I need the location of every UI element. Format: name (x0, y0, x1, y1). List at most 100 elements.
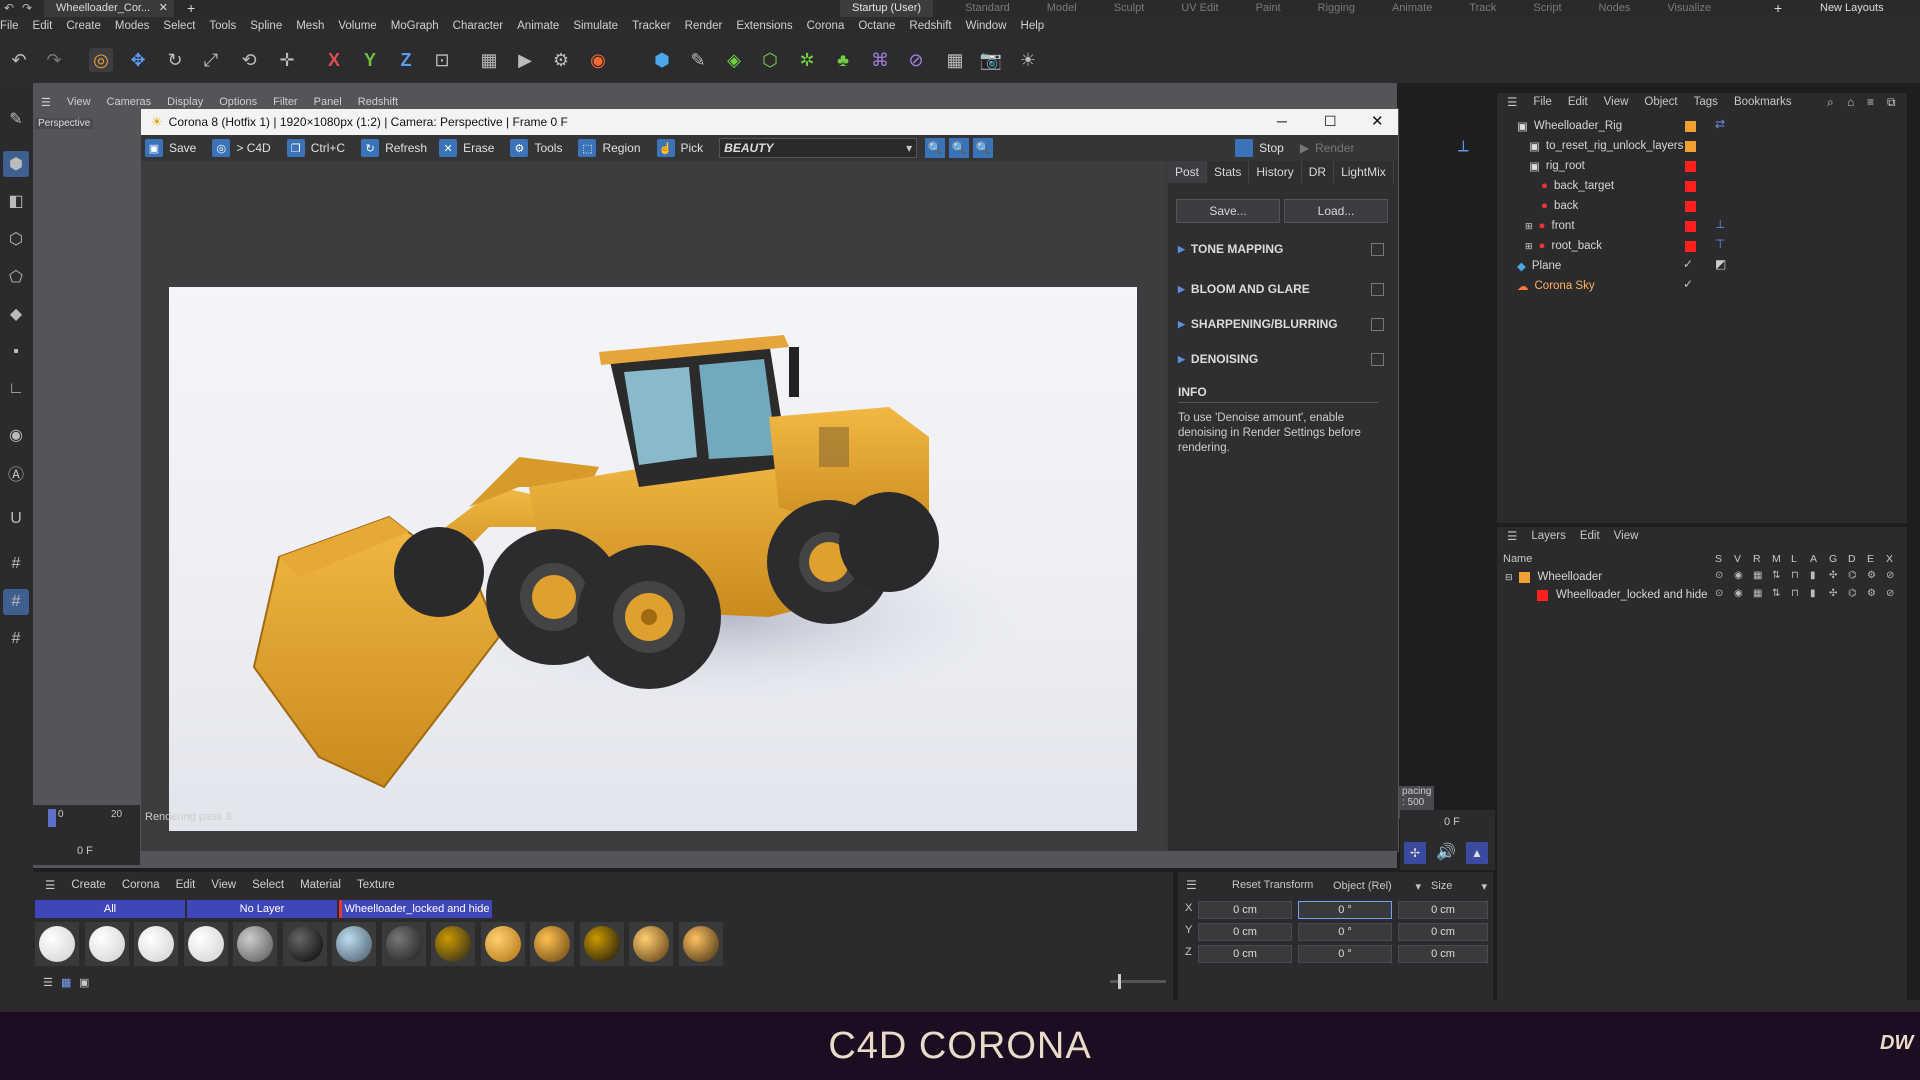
layout-tab[interactable]: Track (1469, 0, 1496, 17)
reset-transform-button[interactable]: Reset Transform (1232, 879, 1313, 891)
pick-button[interactable]: ☝ Pick (656, 137, 703, 159)
menu-item[interactable]: Extensions (736, 17, 792, 36)
mm-menu-item[interactable]: Edit (176, 879, 196, 891)
layer-color-swatch[interactable] (1685, 201, 1696, 212)
generator-icon[interactable]: ⬡ (758, 48, 782, 72)
rotation-h-field[interactable]: 0 ° (1298, 901, 1392, 919)
om-menu-item[interactable]: View (1604, 96, 1629, 108)
solo-icon[interactable]: ◉ (3, 422, 29, 448)
solo-flag-icon[interactable]: ⊙ (1715, 588, 1734, 599)
material-thumbnail[interactable] (184, 922, 228, 966)
om-menu-item[interactable]: Object (1644, 96, 1677, 108)
sound-icon[interactable]: 🔊 (1436, 842, 1456, 862)
redo-icon[interactable]: ↷ (42, 48, 66, 72)
render-flag-icon[interactable]: ▦ (1753, 570, 1772, 581)
object-tags-icon[interactable]: ⇄ (1715, 117, 1725, 131)
om-menu-item[interactable]: Bookmarks (1734, 96, 1792, 108)
lm-menu-item[interactable]: View (1614, 530, 1639, 542)
filter-all-tab[interactable]: All (35, 900, 185, 918)
material-thumbnail[interactable] (35, 922, 79, 966)
object-tags-icon[interactable]: ⊥ (1715, 217, 1725, 231)
filter-layer-tab[interactable]: Wheelloader_locked and hide (339, 900, 492, 918)
menu-item[interactable]: Simulate (573, 17, 618, 36)
menu-item[interactable]: Modes (115, 17, 150, 36)
render-view-icon[interactable]: ▦ (477, 48, 501, 72)
menu-item[interactable]: Volume (338, 17, 376, 36)
layer-color-swatch[interactable] (1685, 121, 1696, 132)
layer-color-swatch[interactable] (1518, 571, 1530, 583)
render-check-icon[interactable]: ✓ (1683, 277, 1693, 291)
scale-icon[interactable]: ⤢ (199, 48, 223, 72)
tab-history[interactable]: History (1249, 161, 1302, 183)
object-row[interactable]: ● back_target (1497, 176, 1907, 196)
render-area[interactable]: Rendering pass 3 (141, 161, 1165, 851)
tab-stats[interactable]: Stats (1207, 161, 1250, 183)
layer-color-swatch[interactable] (1537, 589, 1548, 601)
channel-select[interactable]: BEAUTY ▾ (719, 138, 918, 158)
keyframe-icon[interactable]: ✢ (1404, 842, 1426, 864)
layout-tab[interactable]: Rigging (1318, 0, 1355, 17)
menu-item[interactable]: Edit (33, 17, 53, 36)
object-row[interactable]: ● back (1497, 196, 1907, 216)
placement-icon[interactable]: ✛ (275, 48, 299, 72)
mm-menu-item[interactable]: Select (252, 879, 284, 891)
viewport-menu-item[interactable]: View (67, 96, 91, 108)
collapse-icon[interactable]: ⊟ (1505, 572, 1513, 583)
copy-button[interactable]: ❐ Ctrl+C (286, 137, 345, 159)
new-window-icon[interactable]: ⧉ (1887, 95, 1896, 110)
post-load-button[interactable]: Load... (1284, 199, 1388, 223)
camera-icon[interactable]: 📷 (979, 48, 1003, 72)
tools-button[interactable]: ⚙ Tools (510, 137, 562, 159)
uv-mode-icon[interactable]: ▪ (3, 339, 29, 365)
render-check-icon[interactable]: ✓ (1683, 257, 1693, 271)
layout-tab[interactable]: Visualize (1667, 0, 1711, 17)
coordinate-mode-select[interactable]: Object (Rel) ▾ (1333, 877, 1421, 895)
mm-menu-item[interactable]: Corona (122, 879, 160, 891)
filter-icon[interactable]: ≡ (1867, 95, 1874, 109)
menu-item[interactable]: Create (66, 17, 101, 36)
rotation-b-field[interactable]: 0 ° (1298, 945, 1392, 963)
section-checkbox[interactable] (1371, 317, 1384, 331)
render-flag-icon[interactable]: ▦ (1753, 588, 1772, 599)
mm-menu-item[interactable]: Texture (357, 879, 395, 891)
maximize-icon[interactable]: ☐ (1324, 113, 1337, 130)
animation-flag-icon[interactable]: ▮ (1810, 588, 1829, 599)
stop-button[interactable]: Stop (1235, 137, 1284, 159)
layer-color-swatch[interactable] (1685, 241, 1696, 252)
menu-item[interactable]: MoGraph (391, 17, 439, 36)
minimize-icon[interactable]: ─ (1277, 113, 1287, 129)
erase-button[interactable]: ✕ Erase (439, 137, 494, 159)
mm-menu-item[interactable]: View (211, 879, 236, 891)
rotate-icon[interactable]: ↻ (163, 48, 187, 72)
hamburger-icon[interactable]: ☰ (1507, 95, 1517, 109)
slider-handle[interactable] (1118, 974, 1121, 989)
mm-menu-item[interactable]: Material (300, 879, 341, 891)
expression-flag-icon[interactable]: ⚙ (1867, 570, 1886, 581)
add-layout-icon[interactable]: + (1774, 0, 1782, 16)
menu-item[interactable]: Spline (250, 17, 282, 36)
hamburger-icon[interactable]: ☰ (1186, 878, 1197, 892)
spline-pen-icon[interactable]: ✎ (686, 48, 710, 72)
material-thumbnail[interactable] (332, 922, 376, 966)
menu-item[interactable]: Tools (209, 17, 236, 36)
viewport-menu-item[interactable]: Redshift (358, 96, 398, 108)
menu-item[interactable]: File (0, 17, 19, 36)
position-y-field[interactable]: 0 cm (1198, 923, 1292, 941)
zoom-out-icon[interactable]: 🔍 (949, 138, 970, 158)
layout-tab[interactable]: Script (1533, 0, 1561, 17)
generator-flag-icon[interactable]: ✣ (1829, 570, 1848, 581)
material-thumbnail[interactable] (233, 922, 277, 966)
viewport-menu-item[interactable]: Options (219, 96, 257, 108)
position-x-field[interactable]: 0 cm (1198, 901, 1292, 919)
menu-item[interactable]: Corona (807, 17, 845, 36)
om-menu-item[interactable]: Edit (1568, 96, 1588, 108)
manager-flag-icon[interactable]: ⇅ (1772, 588, 1791, 599)
zoom-fit-icon[interactable]: 🔍 (973, 138, 994, 158)
object-row[interactable]: ▣ to_reset_rig_unlock_layers (1497, 136, 1907, 156)
viewport-menu-item[interactable]: Cameras (107, 96, 152, 108)
material-thumbnail[interactable] (580, 922, 624, 966)
lock-flag-icon[interactable]: ⊓ (1791, 570, 1810, 581)
size-y-field[interactable]: 0 cm (1398, 923, 1488, 941)
menu-item[interactable]: Redshift (909, 17, 951, 36)
material-thumbnail[interactable] (85, 922, 129, 966)
